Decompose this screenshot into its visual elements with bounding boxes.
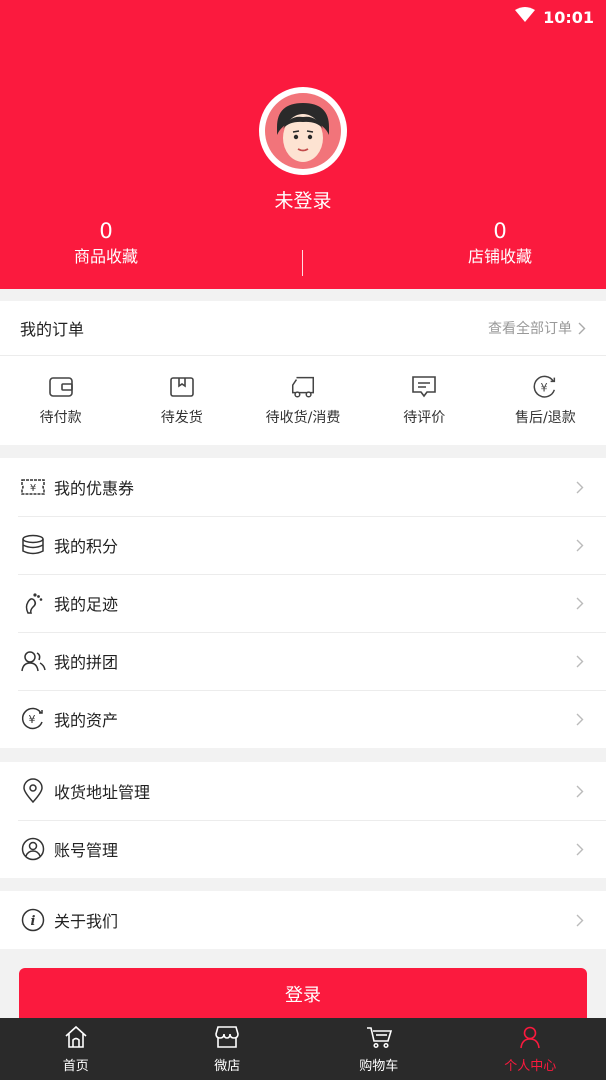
view-all-orders-label: 查看全部订单	[488, 321, 572, 337]
order-label: 待发货	[160, 410, 203, 426]
menu-item-points[interactable]: 我的积分	[0, 516, 606, 574]
tab-label: 个人中心	[504, 1058, 557, 1074]
shop-icon	[213, 1025, 241, 1053]
menu-label: 我的拼团	[54, 653, 119, 672]
menu-group-account-assets: ¥ 我的优惠券 我的积分 我的足迹 我的拼团 ¥ 我的资产	[0, 458, 606, 748]
menu-item-account[interactable]: 账号管理	[0, 820, 606, 878]
coins-icon	[20, 532, 46, 558]
chevron-right-icon	[578, 322, 586, 334]
info-icon: i	[20, 907, 46, 933]
tab-home[interactable]: 首页	[0, 1018, 152, 1080]
svg-text:i: i	[31, 914, 36, 929]
profile-header: 10:01 未登录 0 商品收藏 0 店铺收藏	[0, 0, 606, 289]
login-status[interactable]: 未登录	[0, 186, 606, 213]
refund-icon: ¥	[531, 373, 559, 401]
order-status-row: 待付款 待发货 待收货/消费 待评价 ¥ 售后/退款	[0, 356, 606, 444]
order-pending-payment[interactable]: 待付款	[0, 373, 121, 427]
product-favorites-label: 商品收藏	[73, 247, 138, 266]
chevron-right-icon	[576, 842, 586, 856]
shop-favorites-label: 店铺收藏	[467, 247, 532, 266]
chevron-right-icon	[576, 913, 586, 927]
shop-favorites-count: 0	[493, 219, 507, 243]
menu-label: 我的足迹	[54, 595, 119, 614]
svg-text:¥: ¥	[541, 382, 548, 395]
order-label: 待收货/消费	[265, 410, 341, 426]
wallet-icon	[47, 373, 75, 401]
order-after-sales[interactable]: ¥ 售后/退款	[485, 373, 606, 427]
chevron-right-icon	[576, 480, 586, 494]
chevron-right-icon	[576, 784, 586, 798]
product-favorites-count: 0	[99, 219, 113, 243]
comment-icon	[410, 373, 438, 401]
menu-group-about: i 关于我们	[0, 891, 606, 949]
tab-label: 购物车	[359, 1058, 399, 1074]
chevron-right-icon	[576, 538, 586, 552]
order-label: 待评价	[403, 410, 446, 426]
status-time: 10:01	[543, 7, 594, 27]
location-pin-icon	[20, 778, 46, 804]
truck-icon	[289, 373, 317, 401]
menu-label: 收货地址管理	[54, 783, 151, 802]
order-pending-review[interactable]: 待评价	[364, 373, 485, 427]
home-icon	[63, 1025, 89, 1053]
view-all-orders-link[interactable]: 查看全部订单	[488, 318, 586, 338]
orders-title: 我的订单	[20, 320, 85, 339]
chevron-right-icon	[576, 712, 586, 726]
menu-item-footprints[interactable]: 我的足迹	[0, 574, 606, 632]
coupon-icon: ¥	[20, 474, 46, 500]
menu-item-group-buy[interactable]: 我的拼团	[0, 632, 606, 690]
menu-label: 账号管理	[54, 841, 119, 860]
orders-header: 我的订单 查看全部订单	[0, 301, 606, 356]
shop-favorites-stat[interactable]: 0 店铺收藏	[410, 218, 590, 270]
menu-label: 我的积分	[54, 537, 119, 556]
assets-icon: ¥	[20, 706, 46, 732]
stat-divider	[302, 250, 303, 276]
user-circle-icon	[20, 836, 46, 862]
order-pending-shipment[interactable]: 待发货	[121, 373, 242, 427]
menu-item-assets[interactable]: ¥ 我的资产	[0, 690, 606, 748]
menu-item-about-us[interactable]: i 关于我们	[0, 891, 606, 949]
menu-label: 关于我们	[54, 912, 119, 931]
tab-label: 首页	[62, 1058, 89, 1074]
status-bar: 10:01	[515, 6, 594, 28]
orders-section: 我的订单 查看全部订单 待付款 待发货 待收货/消费 待评价 ¥ 售后/退款	[0, 301, 606, 445]
tab-label: 微店	[214, 1058, 241, 1074]
menu-group-settings: 收货地址管理 账号管理	[0, 762, 606, 878]
order-label: 售后/退款	[515, 410, 576, 426]
person-icon	[518, 1025, 542, 1053]
tab-shop[interactable]: 微店	[152, 1018, 304, 1080]
menu-label: 我的优惠券	[54, 479, 135, 498]
user-face-icon	[265, 93, 341, 169]
wifi-icon	[515, 7, 536, 27]
bottom-tab-bar: 首页 微店 购物车 个人中心	[0, 1018, 606, 1080]
menu-label: 我的资产	[54, 711, 119, 730]
tab-profile[interactable]: 个人中心	[455, 1018, 606, 1080]
order-label: 待付款	[39, 410, 82, 426]
product-favorites-stat[interactable]: 0 商品收藏	[16, 218, 196, 270]
chevron-right-icon	[576, 596, 586, 610]
menu-item-address[interactable]: 收货地址管理	[0, 762, 606, 820]
group-icon	[20, 648, 46, 674]
menu-item-coupons[interactable]: ¥ 我的优惠券	[0, 458, 606, 516]
avatar[interactable]	[259, 87, 347, 175]
footprint-icon	[20, 590, 46, 616]
chevron-right-icon	[576, 654, 586, 668]
login-button[interactable]: 登录	[19, 968, 587, 1024]
box-icon	[168, 373, 196, 401]
cart-icon	[365, 1025, 393, 1053]
svg-text:¥: ¥	[29, 713, 36, 726]
tab-cart[interactable]: 购物车	[303, 1018, 455, 1080]
order-pending-receipt[interactable]: 待收货/消费	[242, 373, 363, 427]
svg-text:¥: ¥	[30, 483, 36, 494]
